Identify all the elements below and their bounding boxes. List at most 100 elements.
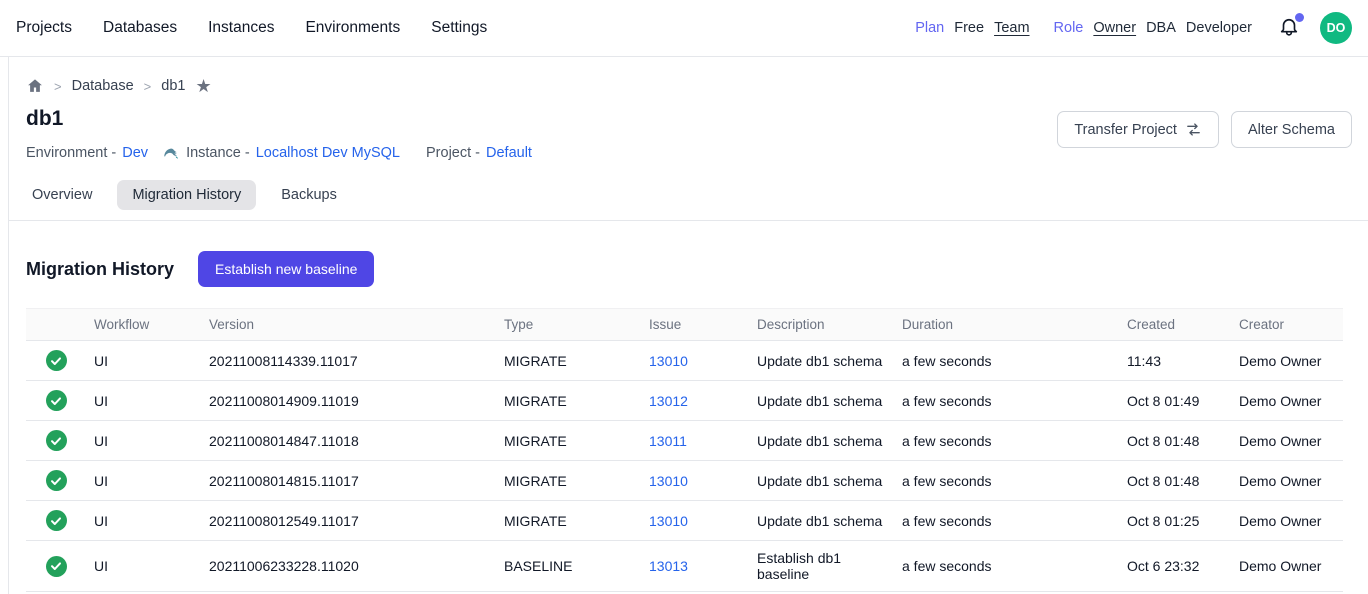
cell-description: Update db1 schema (749, 501, 894, 541)
success-icon (46, 390, 67, 411)
col-issue: Issue (641, 309, 749, 341)
notification-bell-icon[interactable] (1276, 15, 1302, 41)
cell-created: Oct 8 01:48 (1119, 461, 1231, 501)
nav-item-databases[interactable]: Databases (103, 19, 177, 37)
table-row[interactable]: UI 20211008012549.11017 MIGRATE 13010 Up… (26, 501, 1343, 541)
col-duration: Duration (894, 309, 1119, 341)
tab-bar: Overview Migration History Backups (8, 162, 1368, 221)
col-type: Type (496, 309, 641, 341)
col-created: Created (1119, 309, 1231, 341)
tab-migration-history[interactable]: Migration History (117, 180, 256, 210)
project-label: Project - (426, 145, 480, 161)
tab-overview[interactable]: Overview (17, 180, 107, 210)
cell-creator: Demo Owner (1231, 381, 1343, 421)
plan-label: Plan (915, 20, 944, 36)
establish-baseline-button[interactable]: Establish new baseline (198, 251, 374, 287)
breadcrumb-db1: db1 (161, 78, 185, 94)
table-row[interactable]: UI 20211008014909.11019 MIGRATE 13012 Up… (26, 381, 1343, 421)
role-dba[interactable]: DBA (1146, 20, 1176, 36)
cell-description: Update db1 schema (749, 341, 894, 381)
cell-description: Update db1 schema (749, 461, 894, 501)
cell-creator: Demo Owner (1231, 421, 1343, 461)
nav-links: Projects Databases Instances Environment… (16, 19, 487, 37)
section-head: Migration History Establish new baseline (9, 221, 1368, 287)
col-status (26, 309, 86, 341)
favorite-star-icon[interactable]: ★ (195, 77, 211, 95)
alter-schema-button[interactable]: Alter Schema (1231, 111, 1352, 148)
cell-created: 11:43 (1119, 341, 1231, 381)
nav-item-instances[interactable]: Instances (208, 19, 274, 37)
cell-type: MIGRATE (496, 341, 641, 381)
cell-type: BASELINE (496, 541, 641, 592)
cell-creator: Demo Owner (1231, 461, 1343, 501)
role-owner[interactable]: Owner (1093, 20, 1136, 36)
col-workflow: Workflow (86, 309, 201, 341)
cell-duration: a few seconds (894, 461, 1119, 501)
table-row[interactable]: UI 20211008014815.11017 MIGRATE 13010 Up… (26, 461, 1343, 501)
cell-version: 20211008014847.11018 (201, 421, 496, 461)
header-buttons: Transfer Project Alter Schema (1057, 111, 1352, 148)
cell-type: MIGRATE (496, 421, 641, 461)
home-icon[interactable] (26, 77, 44, 95)
col-creator: Creator (1231, 309, 1343, 341)
cell-description: Update db1 schema (749, 381, 894, 421)
avatar[interactable]: DO (1320, 12, 1352, 44)
plan-free[interactable]: Free (954, 20, 984, 36)
issue-link[interactable]: 13013 (649, 558, 688, 574)
cell-description: Update db1 schema (749, 421, 894, 461)
migration-history-table: Workflow Version Type Issue Description … (26, 308, 1343, 592)
top-nav: Projects Databases Instances Environment… (0, 0, 1368, 57)
table-row[interactable]: UI 20211008014847.11018 MIGRATE 13011 Up… (26, 421, 1343, 461)
page-title: db1 (26, 107, 532, 131)
issue-link[interactable]: 13010 (649, 473, 688, 489)
cell-created: Oct 8 01:48 (1119, 421, 1231, 461)
success-icon (46, 510, 67, 531)
success-icon (46, 556, 67, 577)
cell-duration: a few seconds (894, 341, 1119, 381)
cell-workflow: UI (86, 421, 201, 461)
table-header-row: Workflow Version Type Issue Description … (26, 309, 1343, 341)
issue-link[interactable]: 13010 (649, 513, 688, 529)
cell-version: 20211006233228.11020 (201, 541, 496, 592)
cell-creator: Demo Owner (1231, 501, 1343, 541)
col-description: Description (749, 309, 894, 341)
transfer-project-button[interactable]: Transfer Project (1057, 111, 1219, 148)
environment-link[interactable]: Dev (122, 145, 148, 161)
cell-duration: a few seconds (894, 501, 1119, 541)
alter-schema-label: Alter Schema (1248, 122, 1335, 138)
cell-workflow: UI (86, 381, 201, 421)
instance-link[interactable]: Localhost Dev MySQL (256, 145, 400, 161)
nav-item-projects[interactable]: Projects (16, 19, 72, 37)
cell-version: 20211008014815.11017 (201, 461, 496, 501)
transfer-arrows-icon (1185, 121, 1202, 138)
cell-version: 20211008114339.11017 (201, 341, 496, 381)
page-header-left: db1 Environment - Dev Instance - Localho… (26, 107, 532, 162)
nav-item-settings[interactable]: Settings (431, 19, 487, 37)
page-header: db1 Environment - Dev Instance - Localho… (9, 95, 1368, 162)
cell-type: MIGRATE (496, 461, 641, 501)
success-icon (46, 430, 67, 451)
table-row[interactable]: UI 20211008114339.11017 MIGRATE 13010 Up… (26, 341, 1343, 381)
chevron-right-icon: > (144, 79, 152, 94)
plan-team[interactable]: Team (994, 20, 1029, 36)
project-link[interactable]: Default (486, 145, 532, 161)
role-label: Role (1054, 20, 1084, 36)
environment-label: Environment - (26, 145, 116, 161)
table-row[interactable]: UI 20211006233228.11020 BASELINE 13013 E… (26, 541, 1343, 592)
cell-type: MIGRATE (496, 381, 641, 421)
cell-workflow: UI (86, 341, 201, 381)
issue-link[interactable]: 13010 (649, 353, 688, 369)
role-developer[interactable]: Developer (1186, 20, 1252, 36)
tab-backups[interactable]: Backups (266, 180, 352, 210)
cell-duration: a few seconds (894, 381, 1119, 421)
cell-type: MIGRATE (496, 501, 641, 541)
transfer-project-label: Transfer Project (1074, 122, 1177, 138)
notification-dot (1295, 13, 1304, 22)
nav-item-environments[interactable]: Environments (305, 19, 400, 37)
col-version: Version (201, 309, 496, 341)
cell-workflow: UI (86, 501, 201, 541)
issue-link[interactable]: 13012 (649, 393, 688, 409)
cell-creator: Demo Owner (1231, 341, 1343, 381)
issue-link[interactable]: 13011 (649, 433, 687, 449)
breadcrumb-database[interactable]: Database (72, 78, 134, 94)
